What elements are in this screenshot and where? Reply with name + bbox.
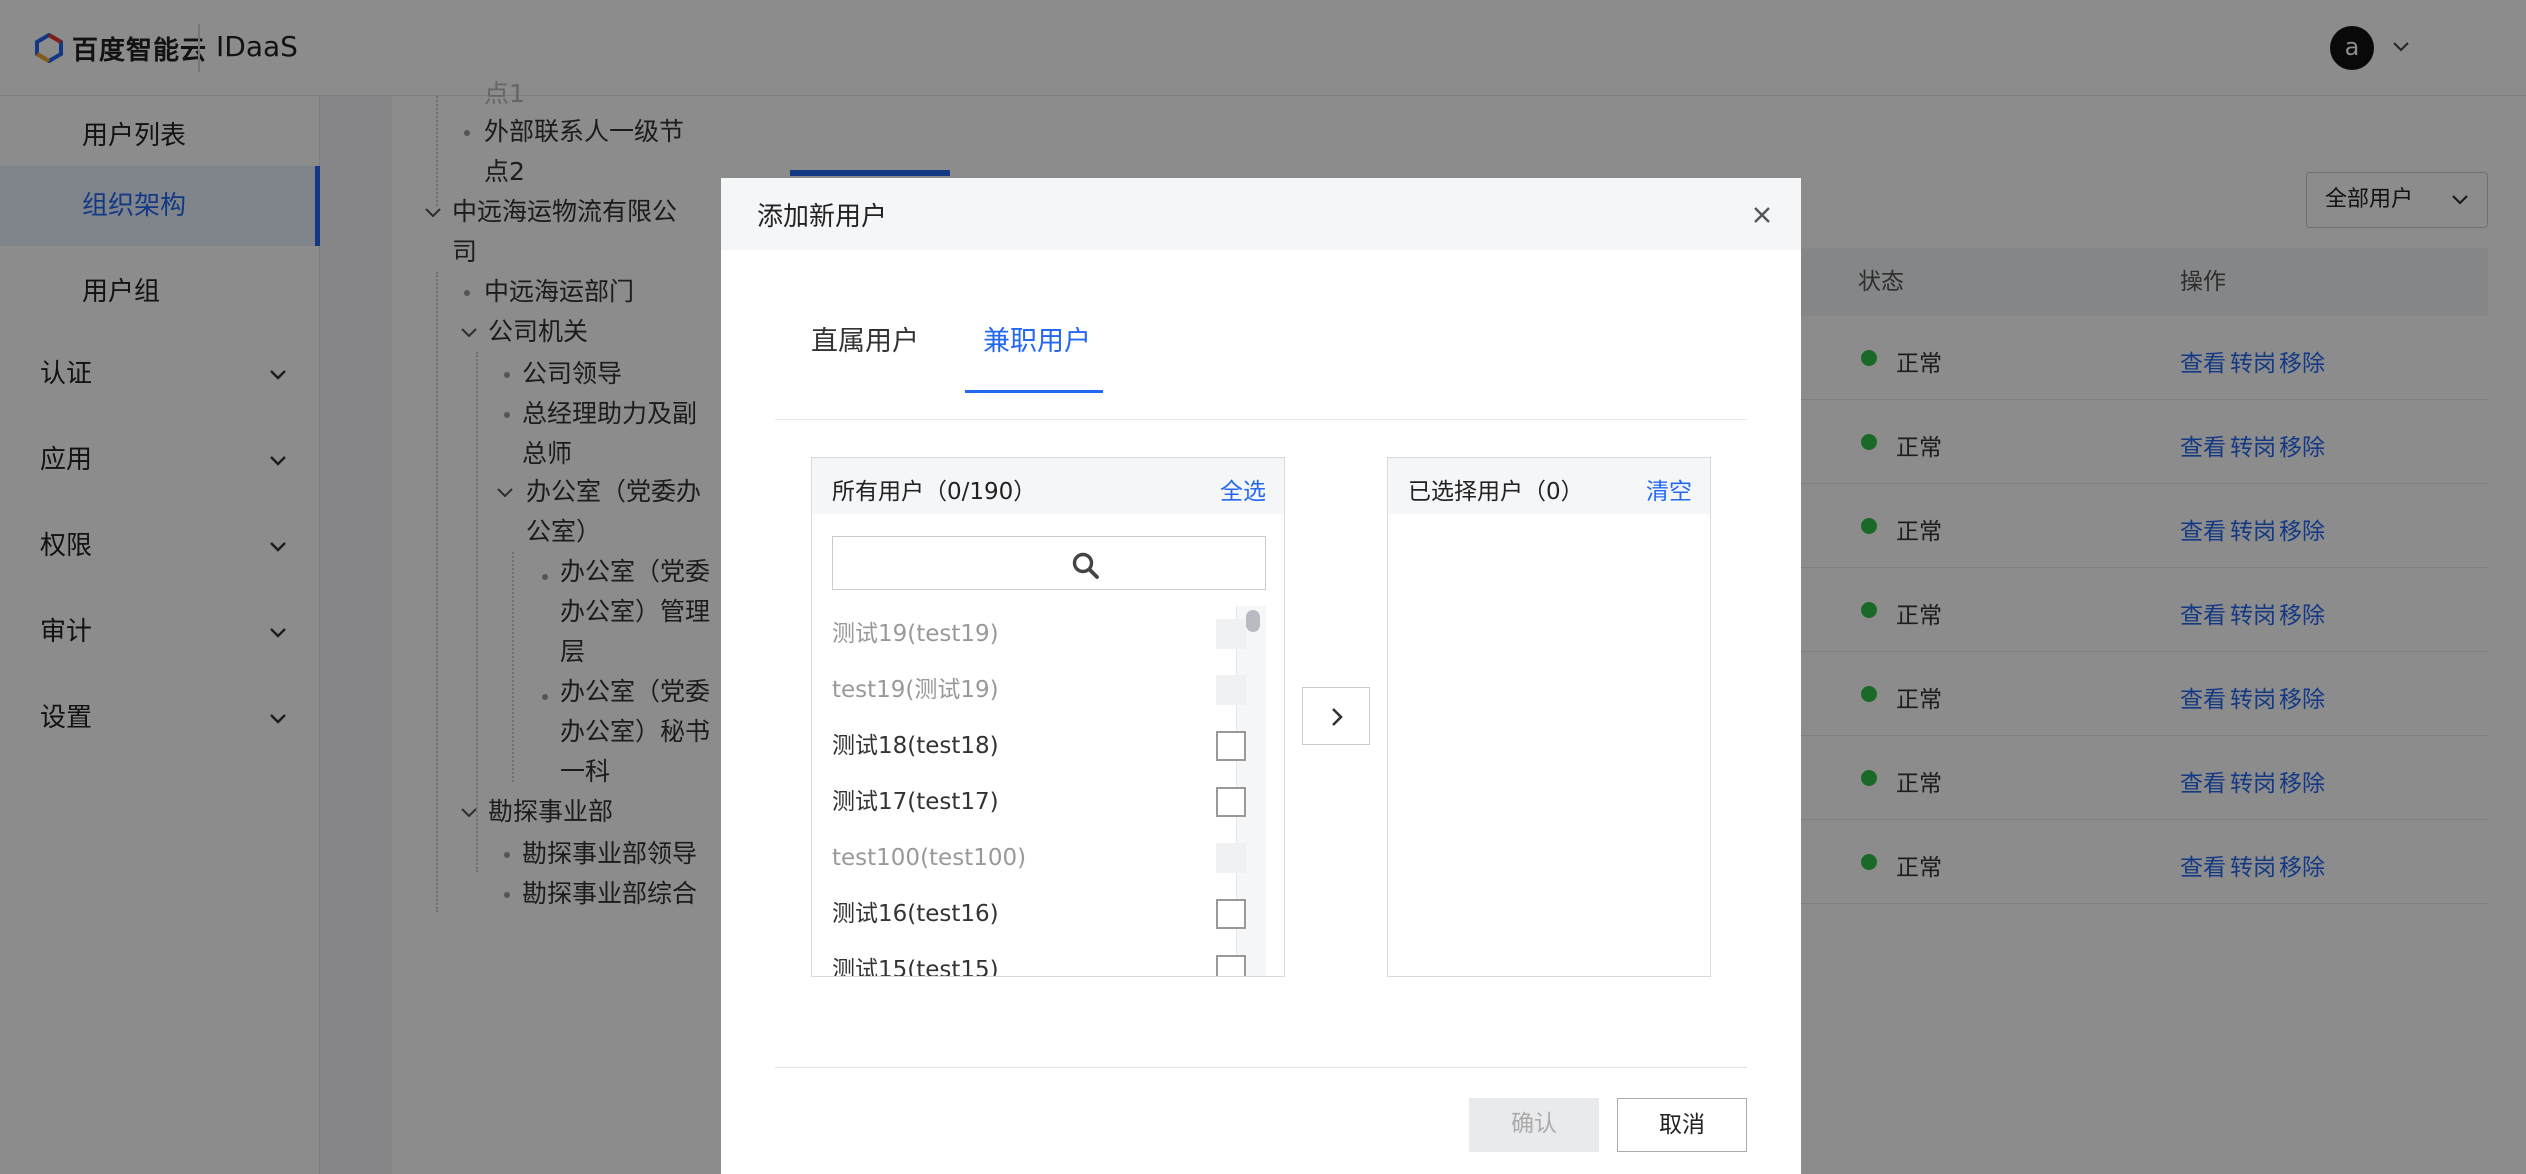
user-checkbox	[1216, 675, 1246, 705]
user-name-label: 测试18(test18)	[832, 733, 999, 759]
selected-users-count: 已选择用户（0）	[1408, 479, 1584, 505]
user-checkbox	[1216, 843, 1246, 873]
user-checkbox[interactable]	[1216, 731, 1246, 761]
list-item: test100(test100)	[832, 830, 1252, 886]
clear-link[interactable]: 清空	[1646, 472, 1692, 506]
all-users-count: 所有用户（0/190）	[832, 479, 1037, 505]
user-name-label: 测试16(test16)	[832, 901, 999, 927]
chevron-right-icon	[1332, 708, 1343, 726]
selected-users-panel: 已选择用户（0） 清空	[1387, 457, 1711, 977]
list-item[interactable]: 测试17(test17)	[832, 774, 1252, 830]
user-checkbox[interactable]	[1216, 955, 1246, 976]
footer-divider	[775, 1067, 1747, 1068]
selected-users-panel-header: 已选择用户（0） 清空	[1388, 458, 1710, 514]
confirm-button[interactable]: 确认	[1469, 1098, 1599, 1152]
user-name-label: test100(test100)	[832, 845, 1027, 871]
add-user-dialog: 添加新用户 直属用户 兼职用户 所有用户（0/190） 全选 测试19(test…	[721, 178, 1801, 1174]
dialog-title: 添加新用户	[757, 202, 888, 232]
user-checkbox[interactable]	[1216, 787, 1246, 817]
cancel-button[interactable]: 取消	[1617, 1098, 1747, 1152]
user-name-label: 测试19(test19)	[832, 621, 999, 647]
tab-divider	[775, 419, 1747, 420]
active-tab-indicator	[965, 390, 1103, 393]
list-item[interactable]: 测试16(test16)	[832, 886, 1252, 942]
close-icon[interactable]	[1747, 200, 1777, 230]
list-item[interactable]: 测试15(test15)	[832, 942, 1252, 976]
user-search-input[interactable]	[832, 536, 1266, 590]
tab-direct-users[interactable]: 直属用户	[811, 322, 919, 362]
all-users-panel-header: 所有用户（0/190） 全选	[812, 458, 1284, 514]
transfer-right-button[interactable]	[1302, 687, 1370, 745]
select-all-link[interactable]: 全选	[1220, 472, 1266, 506]
user-checkbox	[1216, 619, 1246, 649]
all-users-panel: 所有用户（0/190） 全选 测试19(test19) test19(测试19) 测…	[811, 457, 1285, 977]
tab-part-time-users[interactable]: 兼职用户	[983, 322, 1091, 362]
dialog-header: 添加新用户	[721, 178, 1801, 250]
user-name-label: 测试17(test17)	[832, 789, 999, 815]
user-name-label: 测试15(test15)	[832, 957, 999, 976]
list-item: 测试19(test19)	[832, 606, 1252, 662]
user-name-label: test19(测试19)	[832, 677, 999, 703]
search-icon	[1072, 552, 1099, 579]
user-checkbox[interactable]	[1216, 899, 1246, 929]
list-item[interactable]: 测试18(test18)	[832, 718, 1252, 774]
list-item: test19(测试19)	[832, 662, 1252, 718]
user-list[interactable]: 测试19(test19) test19(测试19) 测试18(test18) 测试17…	[812, 606, 1284, 976]
